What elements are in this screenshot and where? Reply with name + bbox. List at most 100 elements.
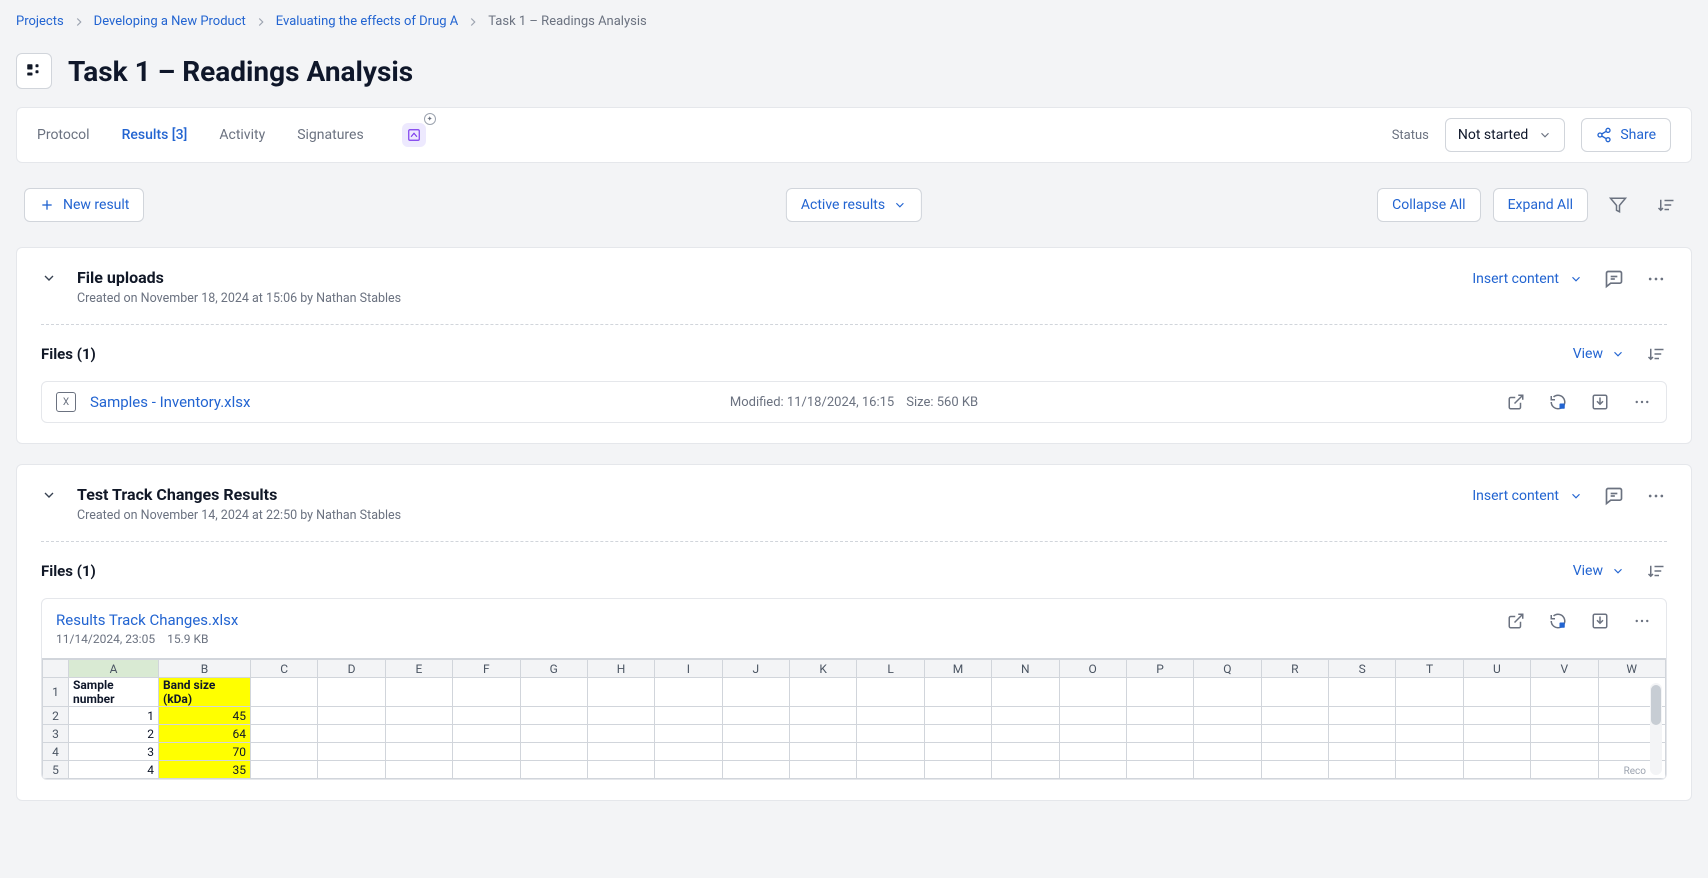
sheet-cell[interactable] xyxy=(1531,678,1598,707)
sheet-cell[interactable]: 2 xyxy=(69,725,159,743)
sheet-cell[interactable] xyxy=(857,725,924,743)
sheet-cell[interactable] xyxy=(587,761,654,779)
expand-all-button[interactable]: Expand All xyxy=(1493,188,1588,222)
version-button[interactable] xyxy=(1548,611,1568,631)
more-button[interactable] xyxy=(1645,485,1667,507)
sheet-cell[interactable] xyxy=(857,707,924,725)
sheet-cell[interactable] xyxy=(1126,743,1193,761)
tab-activity[interactable]: Activity xyxy=(219,108,265,162)
sheet-cell[interactable] xyxy=(1531,725,1598,743)
sheet-cell[interactable] xyxy=(1194,707,1261,725)
sheet-cell[interactable] xyxy=(1531,707,1598,725)
sheet-col-head[interactable]: L xyxy=(857,660,924,678)
download-button[interactable] xyxy=(1590,392,1610,412)
collapse-all-button[interactable]: Collapse All xyxy=(1377,188,1480,222)
scrollbar-vertical[interactable] xyxy=(1650,683,1662,775)
sheet-cell[interactable] xyxy=(453,725,520,743)
file-name-link[interactable]: Samples - Inventory.xlsx xyxy=(90,393,250,411)
sheet-cell[interactable] xyxy=(857,678,924,707)
sheet-col-head[interactable]: M xyxy=(924,660,991,678)
sheet-cell[interactable] xyxy=(1194,725,1261,743)
sheet-cell[interactable] xyxy=(924,678,991,707)
sheet-cell[interactable] xyxy=(992,678,1059,707)
sheet-cell[interactable]: 35 xyxy=(159,761,251,779)
sheet-cell[interactable] xyxy=(655,761,722,779)
sheet-cell[interactable] xyxy=(722,743,789,761)
sheet-cell[interactable]: 64 xyxy=(159,725,251,743)
sheet-row-head[interactable]: 2 xyxy=(43,707,69,725)
filter-button[interactable] xyxy=(1600,187,1636,223)
insert-content-button[interactable]: Insert content xyxy=(1472,488,1583,504)
sheet-cell[interactable] xyxy=(790,743,857,761)
sheet-cell[interactable] xyxy=(1329,725,1396,743)
section-sort-button[interactable] xyxy=(1645,560,1667,582)
sheet-cell[interactable] xyxy=(655,743,722,761)
comment-button[interactable] xyxy=(1603,268,1625,290)
download-button[interactable] xyxy=(1590,611,1610,631)
breadcrumb-evaluating[interactable]: Evaluating the effects of Drug A xyxy=(276,14,458,29)
sheet-cell[interactable] xyxy=(1463,761,1530,779)
sheet-cell[interactable] xyxy=(1329,761,1396,779)
sheet-cell[interactable] xyxy=(655,725,722,743)
sheet-col-head[interactable]: C xyxy=(251,660,318,678)
collapse-toggle[interactable] xyxy=(41,270,57,286)
sheet-cell[interactable] xyxy=(1261,743,1328,761)
tab-protocol[interactable]: Protocol xyxy=(37,108,90,162)
sheet-cell[interactable] xyxy=(385,761,452,779)
open-external-button[interactable] xyxy=(1506,392,1526,412)
sheet-cell[interactable] xyxy=(1396,743,1463,761)
sheet-col-head[interactable]: T xyxy=(1396,660,1463,678)
sheet-cell[interactable] xyxy=(587,725,654,743)
sheet-cell[interactable]: Sample number xyxy=(69,678,159,707)
sheet-col-head[interactable]: Q xyxy=(1194,660,1261,678)
sheet-cell[interactable] xyxy=(251,743,318,761)
sheet-cell[interactable] xyxy=(318,678,385,707)
sheet-cell[interactable] xyxy=(924,707,991,725)
sheet-cell[interactable] xyxy=(318,707,385,725)
sheet-cell[interactable] xyxy=(857,761,924,779)
sheet-cell[interactable] xyxy=(1329,678,1396,707)
sheet-col-head[interactable]: E xyxy=(385,660,452,678)
sheet-row-head[interactable]: 5 xyxy=(43,761,69,779)
tab-results[interactable]: Results [3] xyxy=(122,108,188,162)
sheet-cell[interactable] xyxy=(385,725,452,743)
sheet-cell[interactable] xyxy=(1194,761,1261,779)
sheet-cell[interactable]: 4 xyxy=(69,761,159,779)
sheet-cell[interactable] xyxy=(722,678,789,707)
sheet-cell[interactable] xyxy=(1463,725,1530,743)
file-more-button[interactable] xyxy=(1632,392,1652,412)
share-button[interactable]: Share xyxy=(1581,118,1671,152)
sheet-col-head[interactable]: K xyxy=(790,660,857,678)
sheet-cell[interactable] xyxy=(251,707,318,725)
sheet-cell[interactable] xyxy=(1396,761,1463,779)
sheet-cell[interactable] xyxy=(453,743,520,761)
sheet-cell[interactable] xyxy=(722,725,789,743)
sort-button[interactable] xyxy=(1648,187,1684,223)
sheet-col-head[interactable]: R xyxy=(1261,660,1328,678)
sheet-col-head[interactable]: S xyxy=(1329,660,1396,678)
sheet-cell[interactable] xyxy=(924,743,991,761)
sheet-col-head[interactable]: N xyxy=(992,660,1059,678)
sheet-cell[interactable] xyxy=(655,707,722,725)
sheet-cell[interactable] xyxy=(1126,761,1193,779)
sheet-cell[interactable] xyxy=(1463,707,1530,725)
sheet-cell[interactable]: 3 xyxy=(69,743,159,761)
sheet-cell[interactable] xyxy=(520,707,587,725)
insert-content-button[interactable]: Insert content xyxy=(1472,271,1583,287)
sheet-cell[interactable] xyxy=(1531,743,1598,761)
sheet-cell[interactable] xyxy=(655,678,722,707)
sheet-cell[interactable] xyxy=(520,743,587,761)
more-button[interactable] xyxy=(1645,268,1667,290)
sheet-cell[interactable] xyxy=(1463,678,1530,707)
sheet-cell[interactable] xyxy=(520,725,587,743)
sheet-cell[interactable] xyxy=(1059,761,1126,779)
view-select[interactable]: View xyxy=(1573,346,1625,362)
sheet-col-head[interactable]: P xyxy=(1126,660,1193,678)
sheet-col-head[interactable]: O xyxy=(1059,660,1126,678)
sheet-col-head[interactable]: A xyxy=(69,660,159,678)
sheet-cell[interactable] xyxy=(1194,678,1261,707)
sheet-cell[interactable]: Band size (kDa) xyxy=(159,678,251,707)
sheet-cell[interactable] xyxy=(722,761,789,779)
sheet-col-head[interactable]: U xyxy=(1463,660,1530,678)
sheet-cell[interactable] xyxy=(1059,743,1126,761)
